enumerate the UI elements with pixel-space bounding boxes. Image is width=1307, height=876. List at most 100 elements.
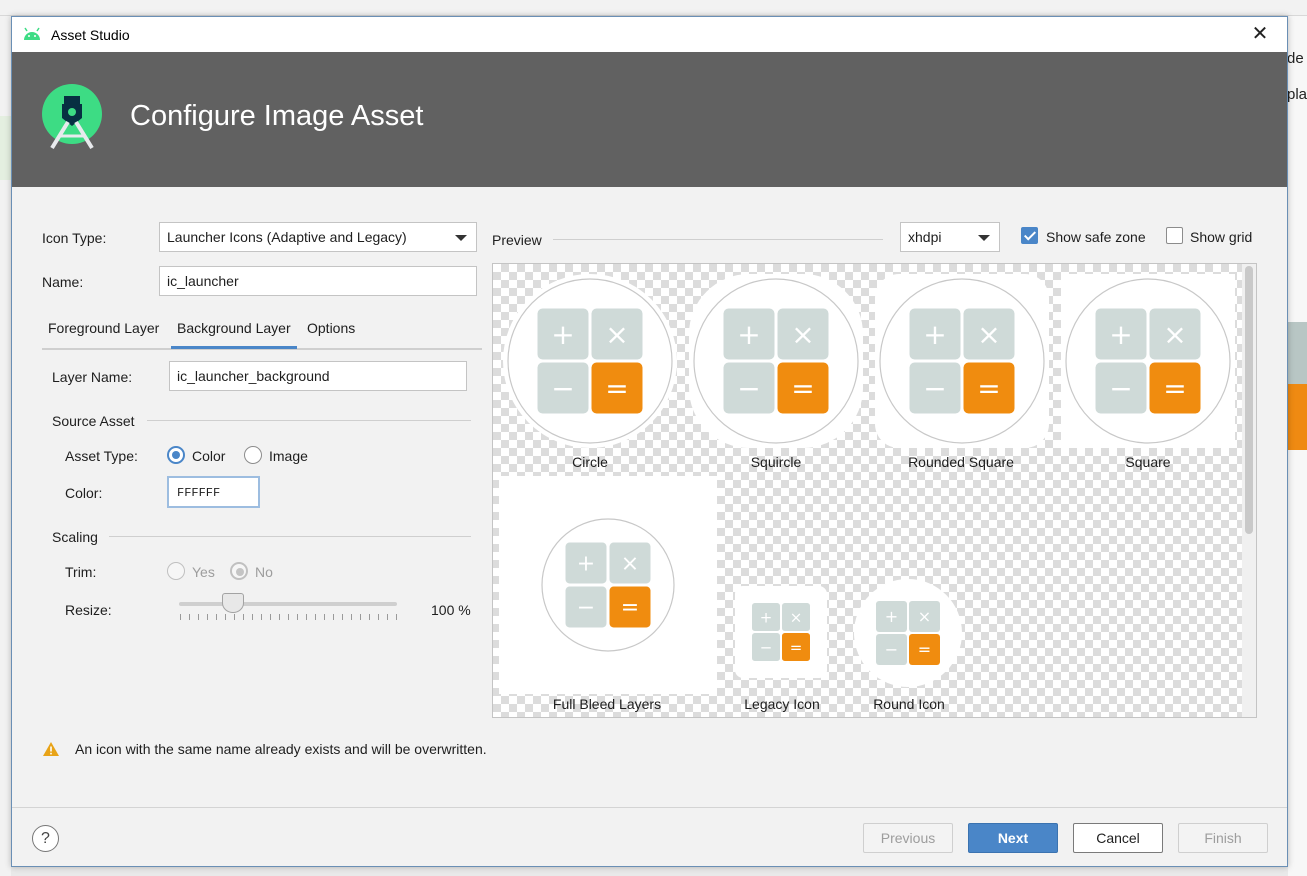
window-title: Asset Studio [51, 27, 130, 43]
help-button[interactable]: ? [32, 825, 59, 852]
plus-key-icon: + [737, 318, 760, 351]
trim-yes-label[interactable]: Yes [192, 564, 215, 580]
name-label: Name: [42, 274, 84, 290]
equals-key-icon: = [790, 638, 803, 656]
warning-icon [43, 742, 59, 756]
minus-key-icon: − [885, 640, 898, 659]
minus-key-icon: − [923, 372, 946, 405]
plus-key-icon: + [885, 607, 898, 626]
page-title: Configure Image Asset [130, 100, 424, 132]
close-button[interactable]: ✕ [1249, 23, 1271, 45]
background-preview-widget [1288, 322, 1307, 450]
round-icon-label: Round Icon [873, 696, 945, 712]
divider [553, 239, 883, 240]
wizard-header: Configure Image Asset [12, 52, 1287, 187]
divider [109, 536, 471, 537]
scaling-heading: Scaling [52, 529, 98, 545]
icon-type-dropdown[interactable]: Launcher Icons (Adaptive and Legacy) [159, 222, 477, 252]
show-safe-zone-checkbox[interactable] [1021, 227, 1038, 244]
background-preview-orange [1288, 384, 1307, 450]
previous-button[interactable]: Previous [863, 823, 953, 853]
asset-type-image-radio[interactable] [244, 446, 262, 464]
plus-key-icon: + [551, 318, 574, 351]
layer-tabs: Foreground Layer Background Layer Option… [42, 315, 482, 350]
color-label: Color: [65, 485, 103, 501]
background-text-1: de [1287, 50, 1304, 67]
asset-type-color-label[interactable]: Color [192, 448, 225, 464]
icon-type-label: Icon Type: [42, 230, 107, 246]
rounded-square-label: Rounded Square [908, 454, 1014, 470]
preview-scrollbar-thumb[interactable] [1245, 266, 1253, 534]
resize-slider-ticks [180, 614, 398, 620]
circle-label: Circle [572, 454, 608, 470]
full-bleed-layers-label: Full Bleed Layers [552, 696, 662, 712]
background-left-highlight [0, 116, 11, 180]
square-label: Square [1125, 454, 1171, 470]
trim-label: Trim: [65, 564, 97, 580]
name-input[interactable]: ic_launcher [159, 266, 477, 296]
android-studio-logo-icon [42, 84, 102, 150]
resize-value: 100 % [431, 602, 471, 618]
times-key-icon: × [791, 318, 814, 351]
trim-no-label[interactable]: No [255, 564, 273, 580]
cancel-button[interactable]: Cancel [1073, 823, 1163, 853]
round-icon-preview: + × − = [854, 579, 962, 687]
minus-key-icon: − [1109, 372, 1132, 405]
preview-scrollbar[interactable] [1242, 264, 1256, 717]
full-bleed-preview: + × − = [499, 476, 717, 694]
next-button[interactable]: Next [968, 823, 1058, 853]
trim-yes-radio[interactable] [167, 562, 185, 580]
asset-type-color-radio[interactable] [167, 446, 185, 464]
show-safe-zone-label[interactable]: Show safe zone [1046, 229, 1146, 245]
color-field[interactable]: FFFFFF [167, 476, 260, 508]
tab-foreground-layer[interactable]: Foreground Layer [48, 320, 159, 336]
resize-slider-track[interactable] [179, 602, 397, 606]
resize-label: Resize: [65, 602, 112, 618]
times-key-icon: × [621, 552, 639, 577]
layer-name-label: Layer Name: [52, 369, 133, 385]
title-bar: Asset Studio ✕ [12, 17, 1287, 52]
minus-key-icon: − [577, 596, 595, 621]
equals-key-icon: = [1163, 372, 1186, 405]
tab-options[interactable]: Options [307, 320, 355, 336]
background-text-2: pla [1287, 86, 1307, 103]
legacy-icon-label: Legacy Icon [744, 696, 820, 712]
trim-no-radio[interactable] [230, 562, 248, 580]
minus-key-icon: − [551, 372, 574, 405]
circle-preview: + ×− = [503, 274, 677, 448]
show-grid-label[interactable]: Show grid [1190, 229, 1252, 245]
plus-key-icon: + [760, 608, 773, 626]
squircle-label: Squircle [750, 454, 802, 470]
density-dropdown[interactable]: xhdpi [900, 222, 1000, 252]
source-asset-heading: Source Asset [52, 413, 135, 429]
finish-button[interactable]: Finish [1178, 823, 1268, 853]
android-icon [24, 27, 40, 40]
show-grid-checkbox[interactable] [1166, 227, 1183, 244]
tab-background-layer[interactable]: Background Layer [171, 320, 297, 349]
rounded-square-preview: + ×− = [875, 274, 1049, 448]
density-value: xhdpi [908, 229, 942, 245]
background-left-edge [0, 16, 11, 876]
equals-key-icon: = [605, 372, 628, 405]
asset-type-image-label[interactable]: Image [269, 448, 308, 464]
equals-key-icon: = [918, 640, 931, 659]
square-preview: + ×− = [1061, 274, 1235, 448]
icon-type-value: Launcher Icons (Adaptive and Legacy) [167, 229, 407, 245]
plus-key-icon: + [1109, 318, 1132, 351]
minus-key-icon: − [737, 372, 760, 405]
chevron-down-icon [978, 235, 990, 241]
layer-name-input[interactable]: ic_launcher_background [169, 361, 467, 391]
equals-key-icon: = [621, 596, 639, 621]
divider [147, 420, 471, 421]
preview-panel: + × − = + × − = + × − = + × − = + × − = + × − = + × − = Circle Squi… [492, 263, 1257, 718]
times-key-icon: × [605, 318, 628, 351]
asset-studio-dialog: Asset Studio ✕ Configure Image Asset Ico… [11, 16, 1288, 867]
chevron-down-icon [455, 235, 467, 241]
times-key-icon: × [918, 607, 931, 626]
equals-key-icon: = [977, 372, 1000, 405]
background-window-strip [0, 0, 1307, 16]
legacy-icon-preview: + ×− = [735, 586, 827, 678]
resize-slider-thumb[interactable] [222, 593, 244, 613]
plus-key-icon: + [923, 318, 946, 351]
minus-key-icon: − [760, 638, 773, 656]
